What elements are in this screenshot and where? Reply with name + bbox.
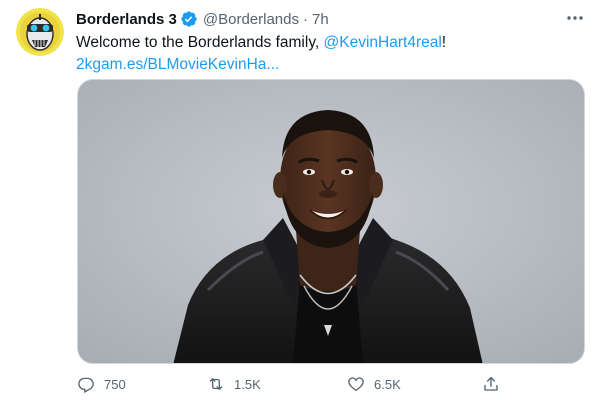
- mention-link[interactable]: @KevinHart4real: [324, 34, 442, 51]
- tweet-actions-bar: 750 1.5K 6.5K: [70, 372, 520, 396]
- more-options-button[interactable]: [564, 8, 586, 28]
- share-button[interactable]: [481, 372, 501, 396]
- tweet-header: Borderlands 3 @Borderlands · 7h: [76, 9, 560, 29]
- author-handle[interactable]: @Borderlands: [203, 11, 299, 28]
- tweet-timestamp[interactable]: 7h: [312, 11, 329, 28]
- reply-bubble-icon: [76, 374, 96, 394]
- like-button[interactable]: 6.5K: [346, 372, 401, 396]
- author-display-name[interactable]: Borderlands 3: [76, 11, 177, 28]
- reply-count: 750: [104, 376, 126, 392]
- tweet-text-prefix: Welcome to the Borderlands family,: [76, 34, 324, 51]
- psycho-mask-avatar-icon: [16, 8, 64, 56]
- heart-icon: [346, 374, 366, 394]
- header-separator: ·: [302, 10, 308, 28]
- tweet-text-suffix: !: [441, 34, 447, 51]
- retweet-arrows-icon: [206, 374, 226, 394]
- like-count: 6.5K: [374, 376, 401, 392]
- share-upload-icon: [481, 374, 501, 394]
- reply-button[interactable]: 750: [76, 372, 126, 396]
- tweet-text: Welcome to the Borderlands family, @Kevi…: [76, 32, 580, 76]
- tweet-url-link[interactable]: 2kgam.es/BLMovieKevinHa...: [76, 56, 279, 73]
- author-avatar[interactable]: [16, 8, 64, 56]
- more-dots-icon: [567, 16, 583, 20]
- tweet-card[interactable]: Borderlands 3 @Borderlands · 7h Welcome …: [0, 0, 600, 400]
- tweet-media-image[interactable]: [77, 79, 585, 364]
- retweet-button[interactable]: 1.5K: [206, 372, 261, 396]
- verified-badge-icon: [180, 10, 198, 28]
- photo-of-man-in-leather-jacket-icon: [78, 80, 584, 363]
- retweet-count: 1.5K: [234, 376, 261, 392]
